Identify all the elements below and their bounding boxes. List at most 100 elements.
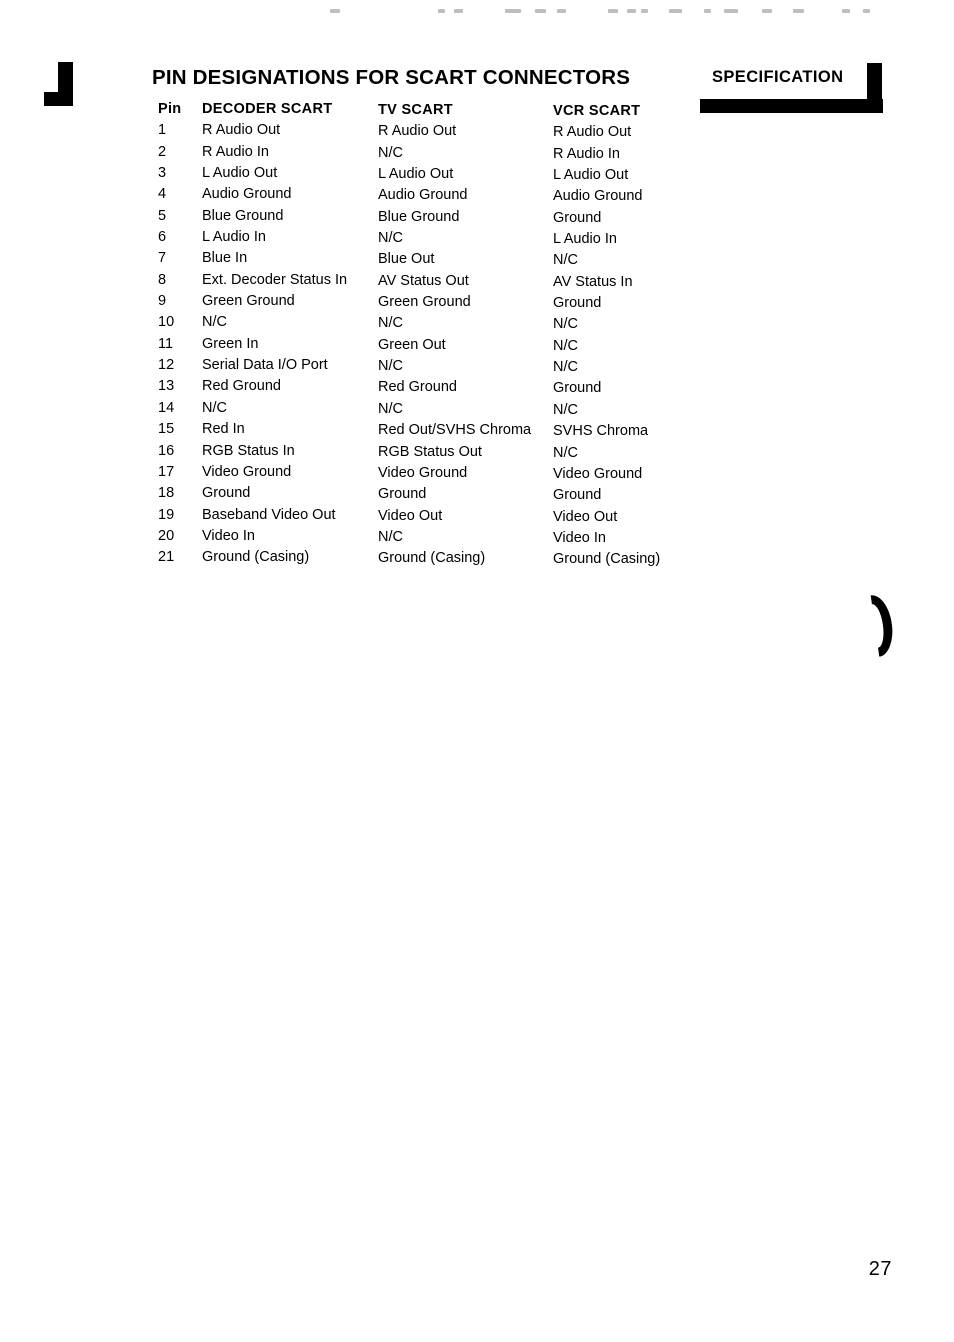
cell-tv: Ground (Casing) [378, 550, 486, 567]
cell-tv: RGB Status Out [378, 443, 482, 460]
corner-register-mark [44, 62, 73, 106]
cell-tv: R Audio Out [378, 123, 457, 140]
table-row: 14 N/C N/C N/C [0, 400, 954, 421]
cell-tv: AV Status Out [378, 272, 469, 289]
pin-designations-table: Pin DECODER SCART TV SCART VCR SCART 1 R… [0, 101, 954, 571]
cell-pin: 21 [158, 549, 175, 566]
cell-tv: Green Out [378, 336, 446, 353]
cell-tv: N/C [378, 400, 403, 417]
column-header-decoder: DECODER SCART [202, 101, 333, 117]
table-row: 11 Green In Green Out N/C [0, 336, 954, 357]
cell-decoder: Green Ground [202, 293, 295, 310]
page-title: PIN DESIGNATIONS FOR SCART CONNECTORS [152, 65, 631, 89]
table-row: 3 L Audio Out L Audio Out L Audio Out [0, 165, 954, 186]
cell-vcr: Video Out [553, 508, 618, 525]
column-header-tv: TV SCART [378, 102, 453, 118]
cell-pin: 8 [158, 271, 167, 288]
cell-decoder: Ext. Decoder Status In [202, 271, 348, 288]
cell-vcr: N/C [553, 316, 578, 333]
cell-tv: Video Ground [378, 464, 468, 481]
cell-decoder: R Audio Out [202, 122, 281, 139]
table-row: 16 RGB Status In RGB Status Out N/C [0, 443, 954, 464]
cell-pin: 6 [158, 229, 167, 246]
cell-pin: 14 [158, 399, 175, 416]
cell-pin: 2 [158, 143, 167, 160]
cell-decoder: N/C [202, 314, 227, 331]
cell-vcr: N/C [553, 252, 578, 269]
cell-pin: 17 [158, 463, 175, 480]
cell-decoder: R Audio In [202, 143, 269, 160]
cell-decoder: Video In [202, 527, 255, 544]
cell-decoder: Blue Ground [202, 207, 284, 224]
cell-pin: 9 [158, 293, 167, 310]
cell-pin: 18 [158, 485, 175, 502]
cell-pin: 10 [158, 314, 175, 331]
cell-decoder: Baseband Video Out [202, 506, 336, 523]
section-header-label: SPECIFICATION [712, 68, 844, 86]
cell-vcr: Video In [553, 529, 606, 546]
cell-vcr: Ground [553, 487, 602, 504]
column-header-vcr: VCR SCART [553, 103, 641, 119]
cell-vcr: AV Status In [553, 273, 633, 290]
table-header-row: Pin DECODER SCART TV SCART VCR SCART [0, 101, 954, 122]
column-header-pin: Pin [158, 101, 182, 117]
cell-pin: 1 [158, 122, 167, 139]
cell-tv: Red Out/SVHS Chroma [378, 422, 532, 439]
cell-tv: Ground [378, 486, 427, 503]
cell-vcr: Audio Ground [553, 188, 643, 205]
cell-vcr: Ground [553, 209, 602, 226]
table-row: 1 R Audio Out R Audio Out R Audio Out [0, 122, 954, 143]
cell-vcr: N/C [553, 401, 578, 418]
cell-pin: 7 [158, 250, 167, 267]
table-row: 8 Ext. Decoder Status In AV Status Out A… [0, 272, 954, 293]
cell-decoder: L Audio Out [202, 165, 278, 182]
table-row: 5 Blue Ground Blue Ground Ground [0, 208, 954, 229]
cell-vcr: Ground [553, 380, 602, 397]
cell-vcr: SVHS Chroma [553, 423, 649, 440]
cell-tv: Video Out [378, 507, 443, 524]
cell-decoder: Audio Ground [202, 186, 292, 203]
table-row: 13 Red Ground Red Ground Ground [0, 378, 954, 399]
cell-decoder: N/C [202, 399, 227, 416]
cell-pin: 12 [158, 357, 175, 374]
table-row: 4 Audio Ground Audio Ground Audio Ground [0, 186, 954, 207]
cell-vcr: Video Ground [553, 465, 643, 482]
cell-decoder: Red In [202, 421, 245, 438]
cell-vcr: N/C [553, 337, 578, 354]
cell-vcr: R Audio Out [553, 124, 632, 141]
cell-vcr: Ground [553, 295, 602, 312]
cell-tv: Audio Ground [378, 187, 468, 204]
cell-vcr: Ground (Casing) [553, 551, 661, 568]
cell-tv: Blue Ground [378, 208, 460, 225]
cell-tv: N/C [378, 144, 403, 161]
cell-vcr: N/C [553, 359, 578, 376]
cell-pin: 11 [158, 335, 174, 352]
cell-decoder: RGB Status In [202, 442, 295, 459]
cell-decoder: Video Ground [202, 463, 292, 480]
crescent-icon [858, 595, 892, 657]
cell-tv: Blue Out [378, 251, 435, 268]
cell-tv: N/C [378, 358, 403, 375]
cell-pin: 3 [158, 165, 167, 182]
table-row: 12 Serial Data I/O Port N/C N/C [0, 357, 954, 378]
cell-pin: 15 [158, 421, 175, 438]
cell-vcr: R Audio In [553, 145, 620, 162]
cell-pin: 13 [158, 378, 175, 395]
cell-decoder: Green In [202, 335, 259, 352]
cell-decoder: Ground [202, 485, 251, 502]
cell-pin: 20 [158, 527, 175, 544]
table-row: 19 Baseband Video Out Video Out Video Ou… [0, 507, 954, 528]
page-number: 27 [868, 1258, 892, 1280]
table-row: 18 Ground Ground Ground [0, 485, 954, 506]
cell-tv: N/C [378, 528, 403, 545]
table-row: 17 Video Ground Video Ground Video Groun… [0, 464, 954, 485]
cell-decoder: Serial Data I/O Port [202, 357, 328, 374]
table-row: 15 Red In Red Out/SVHS Chroma SVHS Chrom… [0, 421, 954, 442]
table-row: 7 Blue In Blue Out N/C [0, 250, 954, 271]
table-row: 9 Green Ground Green Ground Ground [0, 293, 954, 314]
cell-tv: N/C [378, 230, 403, 247]
cell-vcr: L Audio In [553, 231, 617, 248]
cell-tv: N/C [378, 315, 403, 332]
table-row: 21 Ground (Casing) Ground (Casing) Groun… [0, 549, 954, 570]
cell-vcr: L Audio Out [553, 167, 629, 184]
